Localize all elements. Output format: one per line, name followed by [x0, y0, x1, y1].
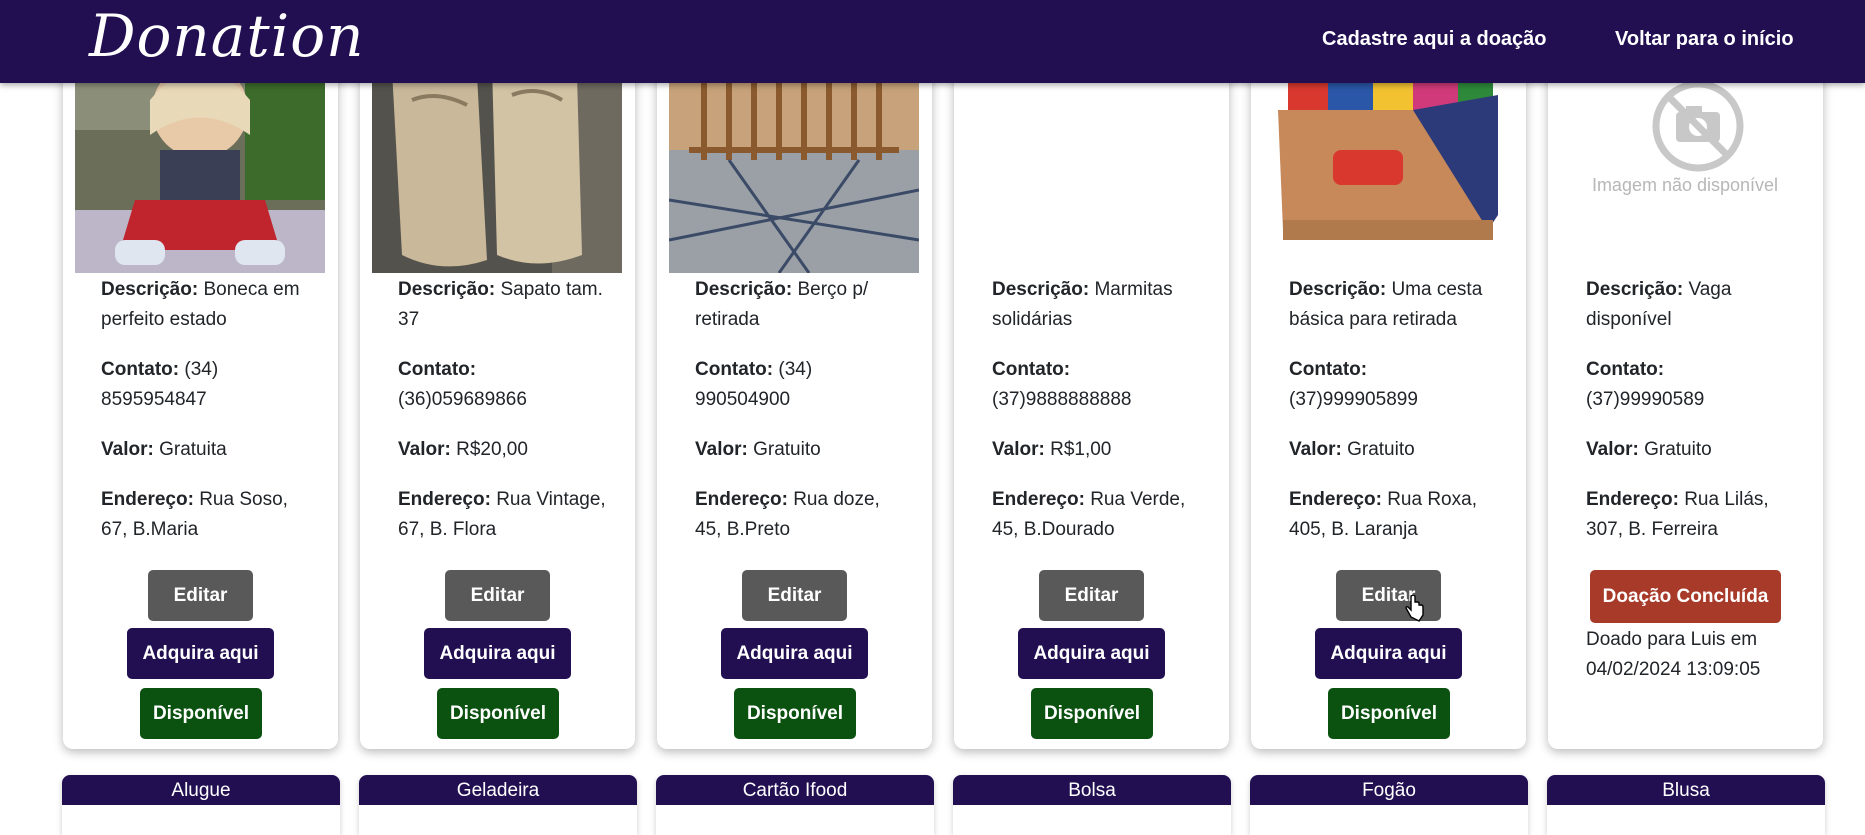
contact-label: Contato:: [101, 359, 180, 380]
donation-card: Descrição: Marmitas solidárias Contato: (…: [954, 40, 1229, 749]
donation-card: Geladeira: [359, 775, 637, 835]
value-value: R$1,00: [1050, 439, 1112, 460]
card-title: Bolsa: [953, 775, 1231, 805]
donation-card: Descrição: Berço p/ retirada Contato: (3…: [657, 40, 932, 749]
description-label: Descrição:: [101, 279, 199, 300]
card-title: Blusa: [1547, 775, 1825, 805]
buy-button[interactable]: Adquira aqui: [127, 628, 274, 679]
value-label: Valor:: [1586, 439, 1639, 460]
donation-card: Descrição: Uma cesta básica para retirad…: [1251, 40, 1526, 749]
address-label: Endereço:: [1289, 489, 1382, 510]
edit-button[interactable]: Editar: [148, 570, 253, 621]
available-button[interactable]: Disponível: [437, 688, 559, 739]
value-label: Valor:: [695, 439, 748, 460]
contact-value: (37)9888888888: [992, 389, 1132, 410]
navbar: Donation Cadastre aqui a doação Voltar p…: [0, 0, 1865, 83]
address-label: Endereço:: [398, 489, 491, 510]
contact-field: Contato: (37)99990589: [1586, 355, 1796, 415]
value-label: Valor:: [992, 439, 1045, 460]
donation-card: Descrição: Boneca em perfeito estado Con…: [63, 40, 338, 749]
edit-button[interactable]: Editar: [1336, 570, 1441, 621]
buy-button[interactable]: Adquira aqui: [721, 628, 868, 679]
available-button[interactable]: Disponível: [1328, 688, 1450, 739]
edit-button[interactable]: Editar: [742, 570, 847, 621]
contact-label: Contato:: [398, 359, 477, 380]
contact-label: Contato:: [992, 359, 1071, 380]
description-label: Descrição:: [992, 279, 1090, 300]
description-field: Descrição: Uma cesta básica para retirad…: [1289, 275, 1499, 335]
available-button[interactable]: Disponível: [1031, 688, 1153, 739]
address-field: Endereço: Rua Verde, 45, B.Dourado: [992, 485, 1202, 545]
description-field: Descrição: Boneca em perfeito estado: [101, 275, 311, 335]
contact-field: Contato: (37)9888888888: [992, 355, 1202, 415]
value-value: Gratuita: [159, 439, 227, 460]
edit-button[interactable]: Editar: [1039, 570, 1144, 621]
value-label: Valor:: [1289, 439, 1342, 460]
card-title: Alugue: [62, 775, 340, 805]
address-label: Endereço:: [101, 489, 194, 510]
value-label: Valor:: [101, 439, 154, 460]
edit-button[interactable]: Editar: [445, 570, 550, 621]
donation-card: Bolsa: [953, 775, 1231, 835]
address-label: Endereço:: [1586, 489, 1679, 510]
buy-button[interactable]: Adquira aqui: [424, 628, 571, 679]
contact-field: Contato: (34) 990504900: [695, 355, 905, 415]
brand-logo[interactable]: Donation: [89, 0, 365, 72]
description-label: Descrição:: [695, 279, 793, 300]
description-field: Descrição: Vaga disponível: [1586, 275, 1796, 335]
address-field: Endereço: Rua Roxa, 405, B. Laranja: [1289, 485, 1499, 545]
donation-card: Cartão Ifood: [656, 775, 934, 835]
nav-link-back-home[interactable]: Voltar para o início: [1615, 28, 1794, 51]
description-field: Descrição: Sapato tam. 37: [398, 275, 608, 335]
donation-card: Descrição: Sapato tam. 37 Contato: (36)05…: [360, 40, 635, 749]
value-field: Valor: Gratuita: [101, 435, 311, 465]
card-title: Fogão: [1250, 775, 1528, 805]
donation-card: Alugue: [62, 775, 340, 835]
donated-to-note: Doado para Luis em 04/02/2024 13:09:05: [1586, 629, 1761, 680]
address-field: Endereço: Rua Soso, 67, B.Maria: [101, 485, 311, 545]
value-value: Gratuito: [1347, 439, 1415, 460]
value-label: Valor:: [398, 439, 451, 460]
card-title: Cartão Ifood: [656, 775, 934, 805]
contact-label: Contato:: [1289, 359, 1368, 380]
description-label: Descrição:: [1586, 279, 1684, 300]
donation-concluded-button[interactable]: Doação Concluída: [1590, 570, 1781, 623]
address-field: Endereço: Rua doze, 45, B.Preto: [695, 485, 905, 545]
card-title: Geladeira: [359, 775, 637, 805]
address-field: Endereço: Rua Vintage, 67, B. Flora: [398, 485, 608, 545]
image-unavailable-text: Imagem não disponível: [1591, 175, 1779, 195]
contact-label: Contato:: [1586, 359, 1665, 380]
contact-value: (37)99990589: [1586, 389, 1705, 410]
description-field: Descrição: Marmitas solidárias: [992, 275, 1202, 335]
address-label: Endereço:: [992, 489, 1085, 510]
available-button[interactable]: Disponível: [140, 688, 262, 739]
value-value: Gratuito: [753, 439, 821, 460]
value-value: Gratuito: [1644, 439, 1712, 460]
value-field: Valor: R$20,00: [398, 435, 608, 465]
value-value: R$20,00: [456, 439, 528, 460]
donation-card: Fogão: [1250, 775, 1528, 835]
contact-field: Contato: (34) 8595954847: [101, 355, 311, 415]
contact-label: Contato:: [695, 359, 774, 380]
value-field: Valor: R$1,00: [992, 435, 1202, 465]
contact-field: Contato: (37)999905899: [1289, 355, 1499, 415]
address-label: Endereço:: [695, 489, 788, 510]
contact-field: Contato: (36)059689866: [398, 355, 608, 415]
address-field: Endereço: Rua Lilás, 307, B. Ferreira: [1586, 485, 1796, 545]
donation-card: Imagem não disponível Descrição: Vaga di…: [1548, 40, 1823, 749]
donation-card: Blusa: [1547, 775, 1825, 835]
value-field: Valor: Gratuito: [1289, 435, 1499, 465]
description-label: Descrição:: [398, 279, 496, 300]
contact-value: (36)059689866: [398, 389, 527, 410]
contact-value: (37)999905899: [1289, 389, 1418, 410]
description-label: Descrição:: [1289, 279, 1387, 300]
nav-link-register-donation[interactable]: Cadastre aqui a doação: [1322, 28, 1547, 51]
available-button[interactable]: Disponível: [734, 688, 856, 739]
buy-button[interactable]: Adquira aqui: [1018, 628, 1165, 679]
value-field: Valor: Gratuito: [695, 435, 905, 465]
buy-button[interactable]: Adquira aqui: [1315, 628, 1462, 679]
description-field: Descrição: Berço p/ retirada: [695, 275, 905, 335]
value-field: Valor: Gratuito: [1586, 435, 1796, 465]
hand-cursor-icon: [1405, 594, 1425, 627]
